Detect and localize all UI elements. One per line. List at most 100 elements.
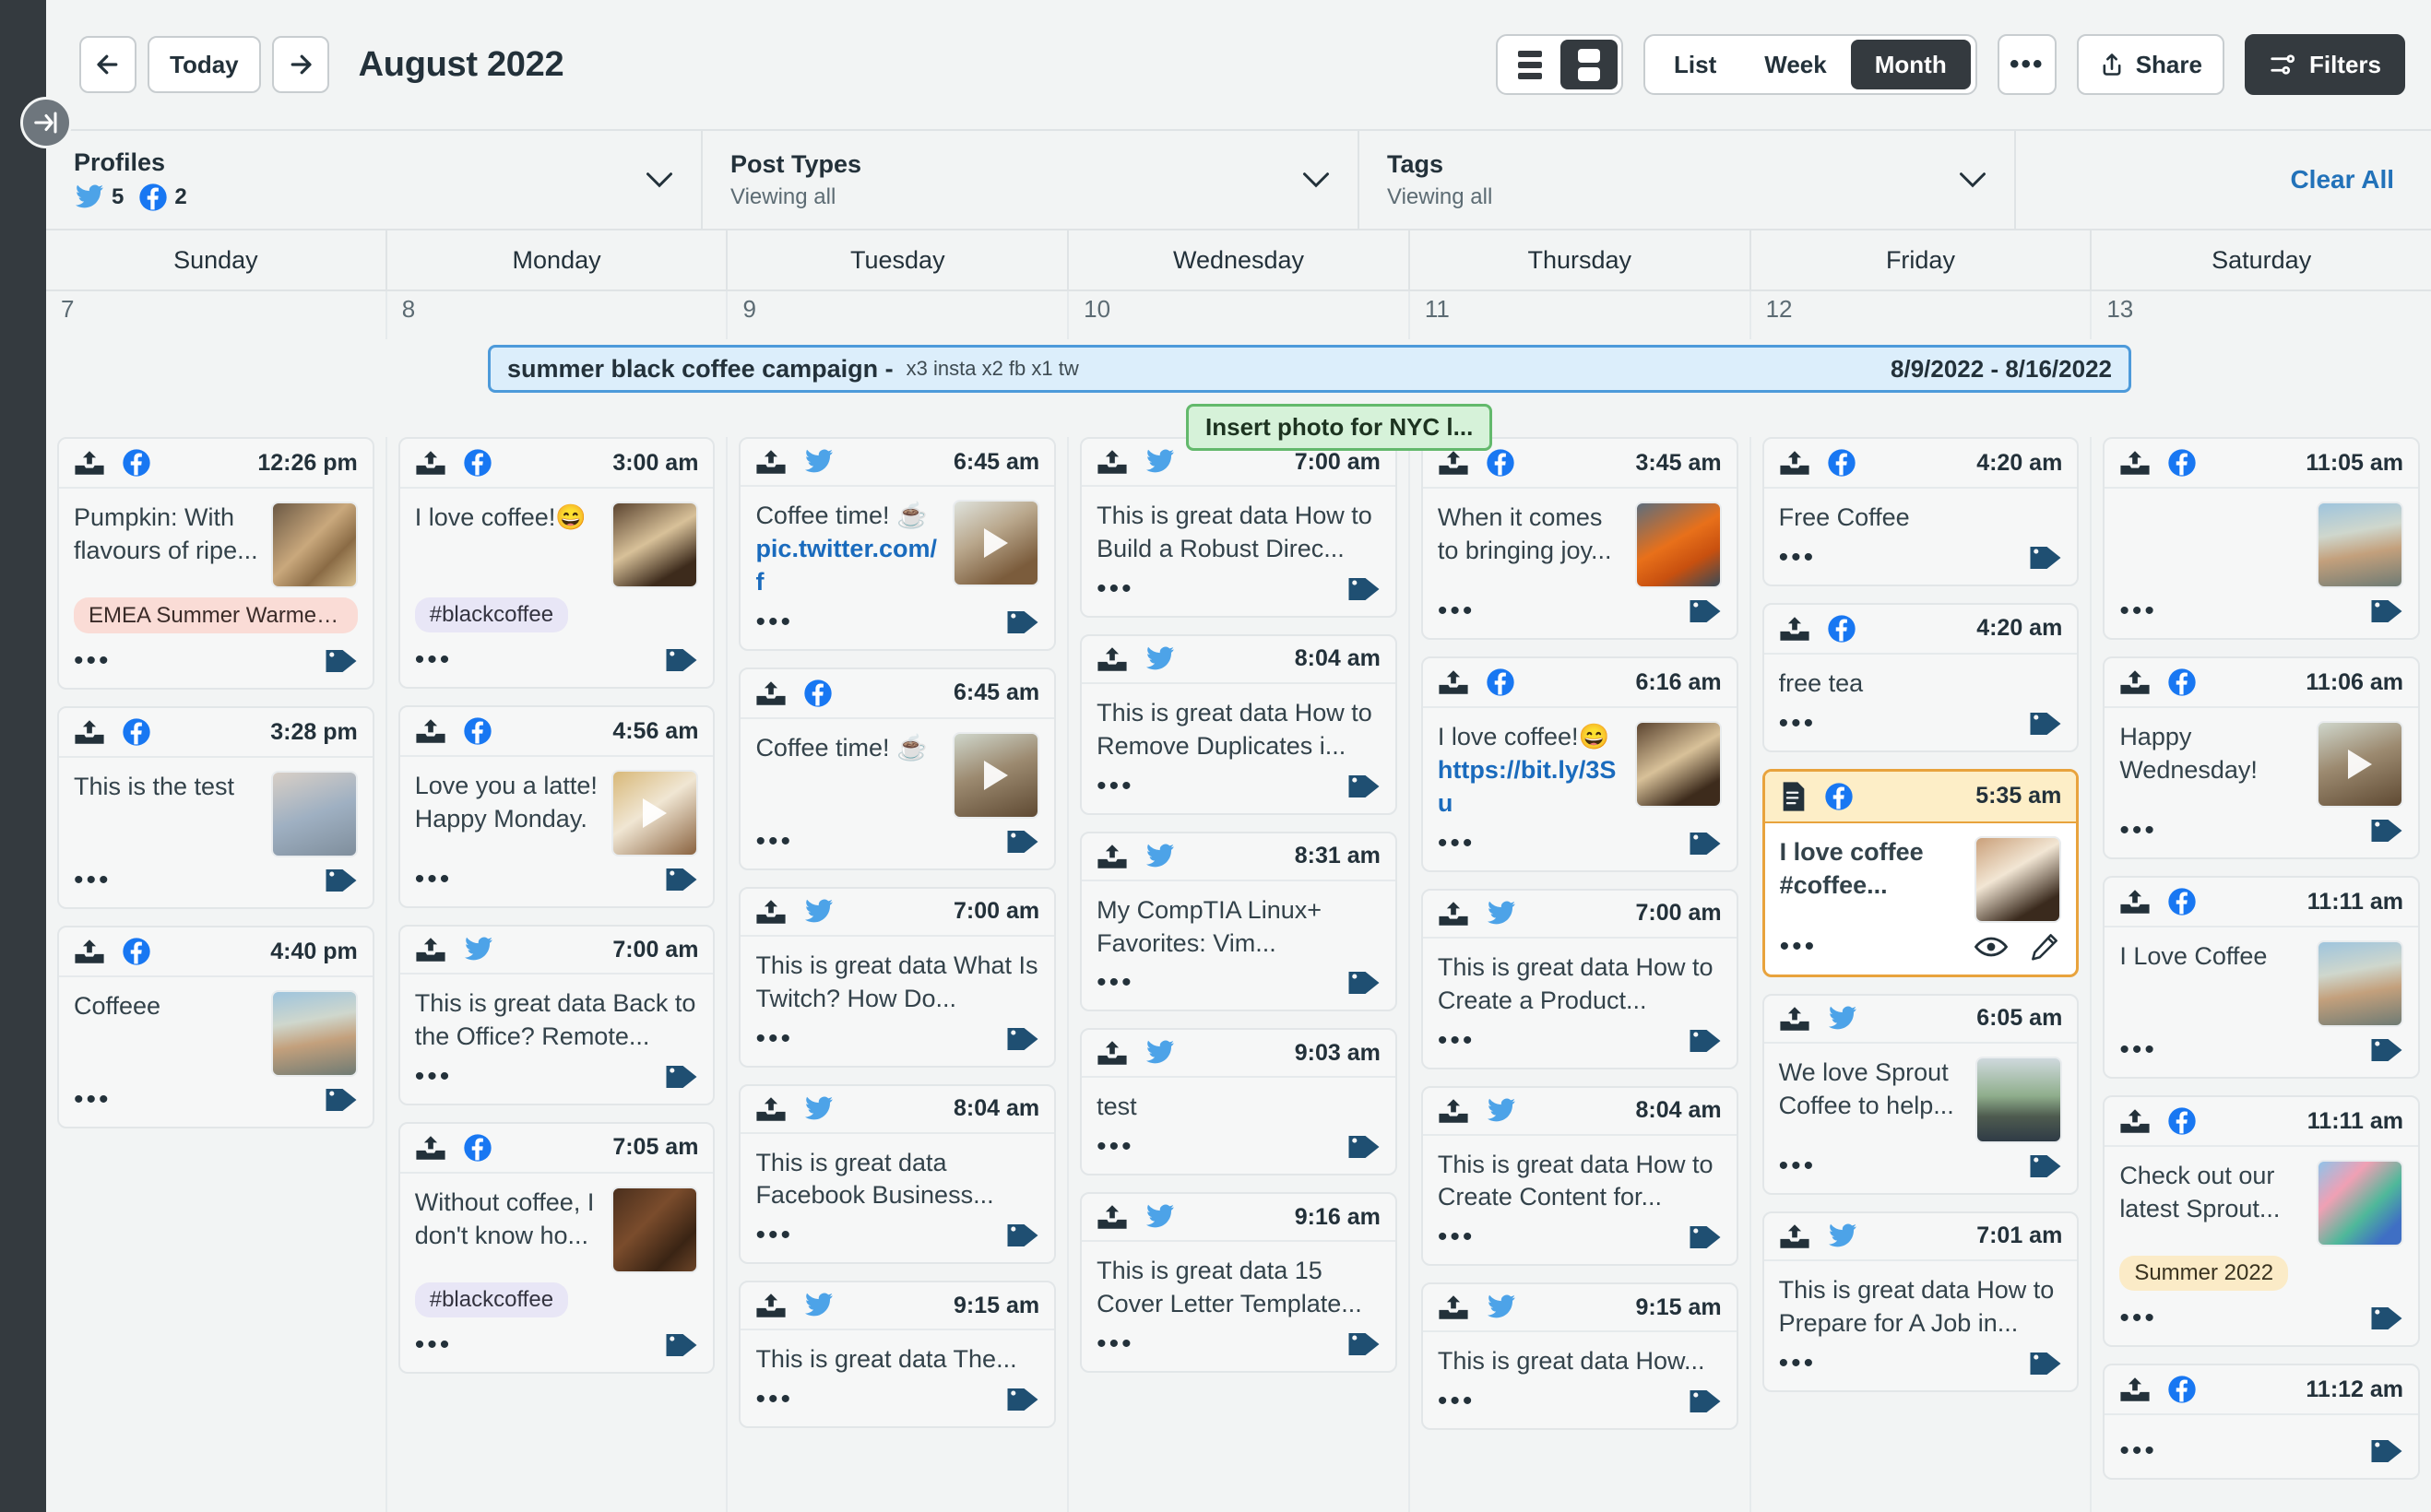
post-card[interactable]: 9:15 amThis is great data The...••• [739, 1281, 1056, 1428]
filter-tags[interactable]: Tags Viewing all [1359, 131, 2016, 229]
post-more-actions-icon[interactable]: ••• [1779, 1158, 1817, 1175]
clear-all-button[interactable]: Clear All [2016, 131, 2431, 229]
post-card[interactable]: 9:15 amThis is great data How...••• [1421, 1282, 1738, 1430]
post-more-actions-icon[interactable]: ••• [1779, 715, 1817, 732]
post-card[interactable]: 11:12 am••• [2103, 1364, 2420, 1480]
post-card[interactable]: 6:45 amCoffee time! ☕ pic.twitter.com/f•… [739, 437, 1056, 651]
eye-icon[interactable] [1974, 932, 2008, 962]
compact-density-button[interactable] [1501, 40, 1559, 89]
play-icon[interactable] [984, 528, 1008, 558]
post-more-actions-icon[interactable]: ••• [415, 652, 453, 668]
post-more-actions-icon[interactable]: ••• [1097, 1336, 1134, 1353]
tab-week[interactable]: Week [1740, 40, 1850, 89]
post-tag-pill[interactable]: Summer 2022 [2119, 1256, 2288, 1291]
date-number[interactable]: 13 [2092, 291, 2431, 339]
post-more-actions-icon[interactable]: ••• [1438, 1229, 1476, 1246]
post-thumbnail[interactable] [2317, 721, 2403, 808]
tab-list[interactable]: List [1650, 40, 1740, 89]
post-card[interactable]: 4:20 amFree Coffee••• [1762, 437, 2080, 586]
post-more-actions-icon[interactable]: ••• [415, 1069, 453, 1085]
post-card[interactable]: 9:03 amtest••• [1080, 1028, 1397, 1175]
post-card[interactable]: 8:04 amThis is great data Facebook Busin… [739, 1084, 1056, 1265]
post-thumbnail[interactable] [1635, 721, 1722, 808]
post-thumbnail[interactable] [2317, 940, 2403, 1027]
post-more-actions-icon[interactable]: ••• [74, 653, 112, 669]
post-card[interactable]: 8:31 amMy CompTIA Linux+ Favorites: Vim.… [1080, 832, 1397, 1012]
filter-profiles[interactable]: Profiles 5 2 [46, 131, 703, 229]
card-density-button[interactable] [1560, 40, 1618, 89]
post-card[interactable]: 11:11 amCheck out our latest Sprout...Su… [2103, 1095, 2420, 1347]
post-card[interactable]: 5:35 amI love coffee #coffee...••• [1762, 769, 2080, 977]
post-thumbnail[interactable] [2317, 502, 2403, 588]
today-button[interactable]: Today [148, 36, 261, 93]
post-more-actions-icon[interactable]: ••• [415, 871, 453, 888]
post-thumbnail[interactable] [2317, 1160, 2403, 1246]
post-link[interactable]: pic.twitter.com/f [755, 535, 937, 596]
post-more-actions-icon[interactable]: ••• [1097, 975, 1134, 991]
post-thumbnail[interactable] [611, 770, 698, 856]
post-card[interactable]: 4:40 pmCoffeee••• [57, 926, 374, 1128]
post-more-actions-icon[interactable]: ••• [1780, 939, 1818, 955]
post-thumbnail[interactable] [1635, 502, 1722, 588]
post-more-actions-icon[interactable]: ••• [1438, 1393, 1476, 1410]
post-more-actions-icon[interactable]: ••• [1438, 1033, 1476, 1049]
post-card[interactable]: 3:00 amI love coffee!😄#blackcoffee••• [398, 437, 716, 689]
post-card[interactable]: 6:16 amI love coffee!😄 https://bit.ly/3S… [1421, 656, 1738, 872]
filters-button[interactable]: Filters [2245, 34, 2405, 95]
date-number[interactable]: 8 [387, 291, 729, 339]
post-more-actions-icon[interactable]: ••• [1097, 581, 1134, 597]
sidebar-expand-toggle-icon[interactable] [20, 97, 72, 148]
post-thumbnail[interactable] [953, 500, 1039, 586]
post-thumbnail[interactable] [953, 732, 1039, 819]
post-more-actions-icon[interactable]: ••• [2119, 1443, 2157, 1459]
post-thumbnail[interactable] [1975, 1057, 2062, 1143]
post-more-actions-icon[interactable]: ••• [74, 1092, 112, 1108]
post-card[interactable]: 11:11 amI Love Coffee••• [2103, 876, 2420, 1079]
more-options-button[interactable]: ••• [1998, 34, 2057, 95]
post-tag-pill[interactable]: #blackcoffee [415, 1282, 568, 1317]
post-card[interactable]: 7:00 amThis is great data How to Create … [1421, 889, 1738, 1069]
post-card[interactable]: 3:28 pmThis is the test••• [57, 706, 374, 909]
date-number[interactable]: 7 [46, 291, 387, 339]
post-card[interactable]: 7:00 amThis is great data How to Build a… [1080, 437, 1397, 618]
play-icon[interactable] [643, 798, 667, 828]
post-more-actions-icon[interactable]: ••• [755, 1227, 793, 1244]
post-card[interactable]: 6:45 amCoffee time! ☕••• [739, 667, 1056, 870]
post-thumbnail[interactable] [611, 502, 698, 588]
post-card[interactable]: 11:06 amHappy Wednesday!••• [2103, 656, 2420, 859]
post-more-actions-icon[interactable]: ••• [1779, 549, 1817, 566]
post-link[interactable]: https://bit.ly/3Su [1438, 756, 1617, 817]
post-thumbnail[interactable] [271, 771, 358, 857]
post-card[interactable]: 4:20 amfree tea••• [1762, 603, 2080, 752]
filter-post-types[interactable]: Post Types Viewing all [703, 131, 1359, 229]
tab-month[interactable]: Month [1851, 40, 1971, 89]
post-more-actions-icon[interactable]: ••• [2119, 1310, 2157, 1327]
post-more-actions-icon[interactable]: ••• [2119, 1042, 2157, 1058]
post-thumbnail[interactable] [271, 502, 358, 588]
post-card[interactable]: 9:16 amThis is great data 15 Cover Lette… [1080, 1192, 1397, 1373]
play-icon[interactable] [2348, 750, 2372, 779]
post-more-actions-icon[interactable]: ••• [755, 1391, 793, 1408]
pencil-icon[interactable] [2028, 932, 2061, 962]
post-more-actions-icon[interactable]: ••• [755, 1031, 793, 1047]
post-more-actions-icon[interactable]: ••• [1097, 778, 1134, 795]
post-more-actions-icon[interactable]: ••• [1779, 1355, 1817, 1372]
post-thumbnail[interactable] [611, 1187, 698, 1273]
post-card[interactable]: 7:00 amThis is great data Back to the Of… [398, 925, 716, 1105]
play-icon[interactable] [984, 761, 1008, 790]
date-number[interactable]: 12 [1751, 291, 2093, 339]
post-more-actions-icon[interactable]: ••• [2119, 822, 2157, 839]
post-more-actions-icon[interactable]: ••• [2119, 603, 2157, 620]
post-thumbnail[interactable] [271, 990, 358, 1077]
post-card[interactable]: 8:04 amThis is great data How to Create … [1421, 1086, 1738, 1267]
post-more-actions-icon[interactable]: ••• [755, 833, 793, 850]
post-card[interactable]: 7:01 amThis is great data How to Prepare… [1762, 1211, 2080, 1392]
previous-month-button[interactable] [79, 36, 136, 93]
post-card[interactable]: 12:26 pmPumpkin: With flavours of ripe..… [57, 437, 374, 690]
post-card[interactable]: 7:00 amThis is great data What Is Twitch… [739, 887, 1056, 1068]
share-button[interactable]: Share [2077, 34, 2224, 95]
post-card[interactable]: 6:05 amWe love Sprout Coffee to help...•… [1762, 994, 2080, 1195]
post-card[interactable]: 4:56 amLove you a latte! Happy Monday.••… [398, 705, 716, 908]
post-more-actions-icon[interactable]: ••• [1438, 835, 1476, 852]
post-card[interactable]: 7:05 amWithout coffee, I don't know ho..… [398, 1122, 716, 1374]
